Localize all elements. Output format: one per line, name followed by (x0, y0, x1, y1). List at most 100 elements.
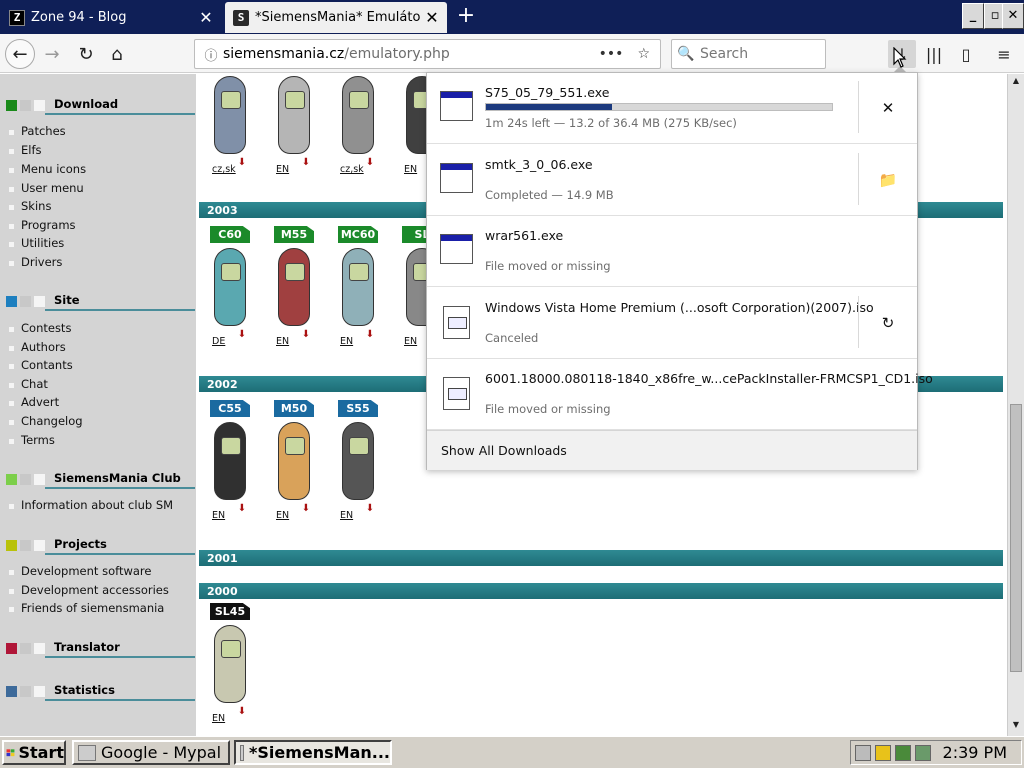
language-link[interactable]: EN (276, 164, 289, 175)
sidebar-link[interactable]: Advert (9, 395, 59, 409)
tab-close-icon[interactable]: ✕ (421, 8, 443, 27)
task-siemensmania[interactable]: *SiemensMan... (234, 740, 392, 765)
search-input[interactable]: 🔍 Search (671, 39, 826, 69)
download-icon[interactable]: ⬇ (362, 504, 378, 516)
phone-item[interactable]: M50 EN ⬇ (273, 400, 329, 524)
page-scrollbar[interactable]: ▲ ▼ (1007, 74, 1024, 736)
retry-download-button[interactable]: ↻ (872, 308, 904, 338)
phone-image[interactable] (342, 76, 374, 154)
show-all-downloads-button[interactable]: Show All Downloads (427, 430, 917, 470)
start-button[interactable]: Start (2, 740, 66, 765)
sidebar-link[interactable]: Utilities (9, 236, 64, 250)
security-shield-icon[interactable] (875, 744, 891, 761)
language-link[interactable]: EN (340, 336, 353, 347)
phone-item[interactable]: SL45 EN ⬇ (209, 603, 265, 727)
new-tab-button[interactable]: + (452, 4, 480, 30)
phone-image[interactable] (214, 248, 246, 326)
language-link[interactable]: EN (404, 336, 417, 347)
download-item[interactable]: Windows Vista Home Premium (...osoft Cor… (427, 288, 917, 359)
sidebar-link[interactable]: Information about club SM (9, 498, 173, 512)
language-link[interactable]: EN (276, 336, 289, 347)
phone-image[interactable] (278, 76, 310, 154)
download-icon[interactable]: ⬇ (298, 158, 314, 170)
open-folder-button[interactable]: 📁 (872, 165, 904, 195)
download-icon[interactable]: ⬇ (234, 158, 250, 170)
url-bar[interactable]: ⓘ siemensmania.cz /emulatory.php ••• ☆ (194, 39, 661, 69)
phone-image[interactable] (342, 248, 374, 326)
language-link[interactable]: EN (404, 164, 417, 175)
keyboard-icon[interactable] (855, 744, 871, 761)
sidebar-link[interactable]: Patches (9, 124, 66, 138)
sidebar-link[interactable]: User menu (9, 181, 84, 195)
language-link[interactable]: cz,sk (212, 164, 236, 175)
home-button[interactable]: ⌂ (102, 39, 132, 69)
library-button[interactable]: ||| (920, 40, 948, 68)
back-button[interactable]: ← (5, 39, 35, 69)
download-item[interactable]: 6001.18000.080118-1840_x86fre_w...cePack… (427, 359, 933, 430)
page-actions-icon[interactable]: ••• (599, 46, 624, 62)
phone-item[interactable]: M55 EN ⬇ (273, 226, 329, 350)
download-item[interactable]: wrar561.exe File moved or missing (427, 216, 917, 287)
sidebar-link[interactable]: Drivers (9, 255, 62, 269)
tab-close-icon[interactable]: ✕ (195, 8, 217, 27)
tab-zone94-blog[interactable]: Z Zone 94 - Blog ✕ (0, 2, 221, 33)
sidebar-link[interactable]: Elfs (9, 143, 42, 157)
sidebar-toggle-button[interactable]: ▯ (952, 40, 980, 68)
phone-item[interactable]: MC60 EN ⬇ (337, 226, 393, 350)
phone-image[interactable] (278, 422, 310, 500)
cancel-download-button[interactable]: ✕ (872, 93, 904, 123)
minimize-button[interactable]: _ (962, 3, 984, 29)
scroll-down-icon[interactable]: ▼ (1010, 720, 1022, 734)
language-link[interactable]: EN (340, 510, 353, 521)
network-icon[interactable] (895, 744, 911, 761)
phone-item[interactable]: C60 DE ⬇ (209, 226, 265, 350)
scrollbar-thumb[interactable] (1010, 404, 1022, 672)
download-icon[interactable]: ⬇ (234, 707, 250, 719)
phone-item[interactable]: EN ⬇ (273, 74, 329, 178)
download-item[interactable]: S75_05_79_551.exe 1m 24s left — 13.2 of 3… (427, 73, 917, 144)
download-icon[interactable]: ⬇ (362, 330, 378, 342)
phone-item[interactable]: cz,sk ⬇ (337, 74, 393, 178)
language-link[interactable]: cz,sk (340, 164, 364, 175)
download-icon[interactable]: ⬇ (298, 504, 314, 516)
tab-siemensmania[interactable]: S *SiemensMania* Emulátory ✕ (225, 2, 447, 33)
language-link[interactable]: EN (212, 510, 225, 521)
language-link[interactable]: EN (212, 713, 225, 724)
sidebar-link[interactable]: Development software (9, 564, 151, 578)
scroll-up-icon[interactable]: ▲ (1010, 76, 1022, 90)
sidebar-link[interactable]: Changelog (9, 414, 83, 428)
sidebar-link[interactable]: Contests (9, 321, 71, 335)
phone-image[interactable] (342, 422, 374, 500)
sidebar-link[interactable]: Programs (9, 218, 76, 232)
phone-item[interactable]: C55 EN ⬇ (209, 400, 265, 524)
sidebar-link[interactable]: Chat (9, 377, 48, 391)
hamburger-menu-button[interactable]: ≡ (990, 40, 1018, 68)
sidebar-link[interactable]: Skins (9, 199, 51, 213)
phone-image[interactable] (214, 625, 246, 703)
sidebar-link[interactable]: Friends of siemensmania (9, 601, 164, 615)
phone-item[interactable]: cz,sk ⬇ (209, 74, 265, 178)
reload-button[interactable]: ↻ (71, 39, 101, 69)
download-icon[interactable]: ⬇ (234, 330, 250, 342)
sidebar-link[interactable]: Contants (9, 358, 73, 372)
sidebar-link[interactable]: Menu icons (9, 162, 86, 176)
download-icon[interactable]: ⬇ (234, 504, 250, 516)
task-google-mypal[interactable]: Google - Mypal (72, 740, 230, 765)
site-info-icon[interactable]: ⓘ (199, 45, 223, 64)
phone-image[interactable] (214, 422, 246, 500)
phone-item[interactable]: S55 EN ⬇ (337, 400, 393, 524)
download-item[interactable]: smtk_3_0_06.exe Completed — 14.9 MB 📁 (427, 145, 917, 216)
bookmark-star-icon[interactable]: ☆ (637, 46, 650, 62)
download-icon[interactable]: ⬇ (298, 330, 314, 342)
download-icon[interactable]: ⬇ (362, 158, 378, 170)
language-link[interactable]: EN (276, 510, 289, 521)
forward-button[interactable]: → (37, 39, 67, 69)
safely-remove-icon[interactable] (915, 744, 931, 761)
phone-image[interactable] (278, 248, 310, 326)
sidebar-link[interactable]: Development accessories (9, 583, 169, 597)
sidebar-link[interactable]: Terms (9, 433, 55, 447)
language-link[interactable]: DE (212, 336, 225, 347)
close-window-button[interactable]: ✕ (1002, 3, 1024, 29)
phone-image[interactable] (214, 76, 246, 154)
sidebar-link[interactable]: Authors (9, 340, 66, 354)
